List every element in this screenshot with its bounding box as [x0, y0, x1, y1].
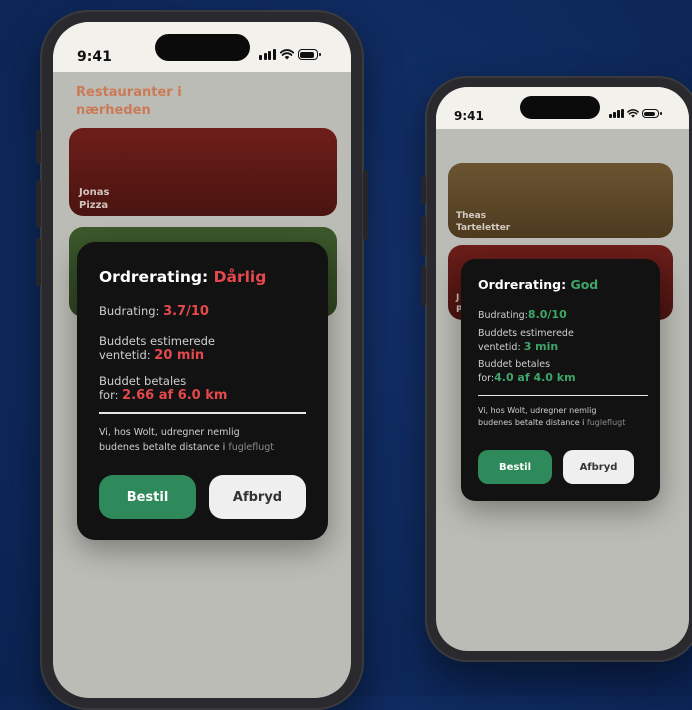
distance-note: Vi, hos Wolt, udregner nemlig budenes be… [99, 426, 274, 455]
courier-pay-value: 4.0 af 4.0 km [494, 370, 576, 384]
order-button[interactable]: Bestil [99, 475, 196, 519]
battery-icon [641, 109, 662, 118]
right-screen: 9:41 Theas Tarteletter J P Ordrerating: … [436, 87, 689, 651]
side-button [36, 130, 41, 164]
left-screen: 9:41 Restauranter i nærheden Jonas Pizza… [53, 22, 351, 698]
status-time: 9:41 [77, 49, 112, 65]
side-button [36, 180, 41, 228]
courier-rating-label: Budrating: [99, 304, 164, 318]
battery-icon [297, 49, 321, 60]
section-title-line: nærheden [76, 102, 151, 118]
courier-rating: Budrating: 3.7/10 [99, 304, 209, 320]
side-button [421, 266, 426, 306]
note-line: budenes betalte distance i [478, 418, 587, 428]
wifi-icon [626, 109, 639, 118]
status-bar: 9:41 [436, 87, 689, 129]
courier-rating: Budrating:8.0/10 [478, 308, 567, 322]
wait-time-label: ventetid: [99, 348, 155, 363]
side-button [421, 216, 426, 256]
courier-rating-label: Budrating: [478, 310, 528, 321]
courier-rating-value: 8.0/10 [527, 308, 567, 321]
courier-rating-value: 3.7/10 [163, 304, 209, 319]
order-rating-dialog: Ordrerating: God Budrating:8.0/10 Buddet… [461, 259, 660, 501]
divider [99, 412, 306, 414]
wait-time-label: Buddets estimerede [478, 328, 574, 339]
courier-pay-label: Buddet betales [99, 374, 187, 388]
wait-time: Buddets estimerede ventetid: 3 min [478, 328, 574, 354]
signal-icon [259, 49, 276, 60]
wait-time-value: 3 min [523, 339, 559, 353]
right-phone-frame: 9:41 Theas Tarteletter J P Ordrerating: … [421, 76, 692, 662]
order-rating-value: Dårlig [213, 268, 267, 286]
dynamic-island [155, 34, 250, 61]
restaurant-name-line: Tarteletter [456, 222, 511, 233]
courier-pay: Buddet betales for:4.0 af 4.0 km [478, 359, 576, 385]
distance-note: Vi, hos Wolt, udregner nemlig budenes be… [478, 405, 625, 430]
wifi-icon [279, 49, 294, 60]
restaurant-name-line: Pizza [79, 200, 109, 211]
section-title: Restauranter i nærheden [76, 84, 182, 119]
courier-pay-value: 2.66 af 6.0 km [122, 388, 228, 404]
status-icons [259, 49, 321, 60]
note-highlight: fugleflugt [228, 441, 274, 453]
wait-time-label: Buddets estimerede [99, 334, 215, 348]
note-line: Vi, hos Wolt, udregner nemlig [478, 406, 597, 415]
note-line: Vi, hos Wolt, udregner nemlig [99, 427, 240, 438]
status-time: 9:41 [454, 109, 484, 123]
note-highlight: fugleflugt [586, 418, 626, 428]
side-button [36, 238, 41, 286]
wait-time-label: ventetid: [478, 341, 524, 353]
wait-time-value: 20 min [154, 348, 205, 364]
divider [478, 395, 648, 397]
note-line: budenes betalte distance i [99, 441, 229, 453]
status-icons [609, 109, 662, 118]
left-phone-frame: 9:41 Restauranter i nærheden Jonas Pizza… [36, 10, 368, 710]
cancel-button[interactable]: Afbryd [563, 450, 634, 484]
cancel-button[interactable]: Afbryd [209, 475, 306, 519]
dialog-title-label: Ordrerating: [99, 268, 214, 286]
courier-pay-label: for: [478, 372, 495, 384]
restaurant-card[interactable]: Jonas Pizza [69, 128, 337, 216]
order-rating-dialog: Ordrerating: Dårlig Budrating: 3.7/10 Bu… [77, 242, 328, 540]
status-bar: 9:41 [53, 22, 351, 72]
order-button[interactable]: Bestil [478, 450, 552, 484]
order-rating-value: God [570, 277, 599, 292]
restaurant-name: Jonas Pizza [79, 186, 109, 212]
dynamic-island [520, 96, 600, 119]
courier-pay-label: Buddet betales [478, 359, 551, 370]
dialog-title: Ordrerating: Dårlig [99, 268, 266, 286]
restaurant-name-line: Jonas [79, 187, 110, 198]
restaurant-name: Theas Tarteletter [456, 211, 510, 234]
restaurant-name-line: Theas [456, 211, 487, 221]
courier-pay-label: for: [99, 388, 123, 403]
dialog-title: Ordrerating: God [478, 277, 598, 292]
wait-time: Buddets estimerede ventetid: 20 min [99, 334, 215, 365]
power-button [363, 170, 368, 240]
courier-pay: Buddet betales for: 2.66 af 6.0 km [99, 374, 227, 405]
restaurant-card[interactable]: Theas Tarteletter [448, 163, 673, 238]
signal-icon [609, 109, 624, 118]
section-title-line: Restauranter i [76, 85, 182, 100]
side-button [421, 176, 426, 204]
dialog-title-label: Ordrerating: [478, 277, 571, 292]
